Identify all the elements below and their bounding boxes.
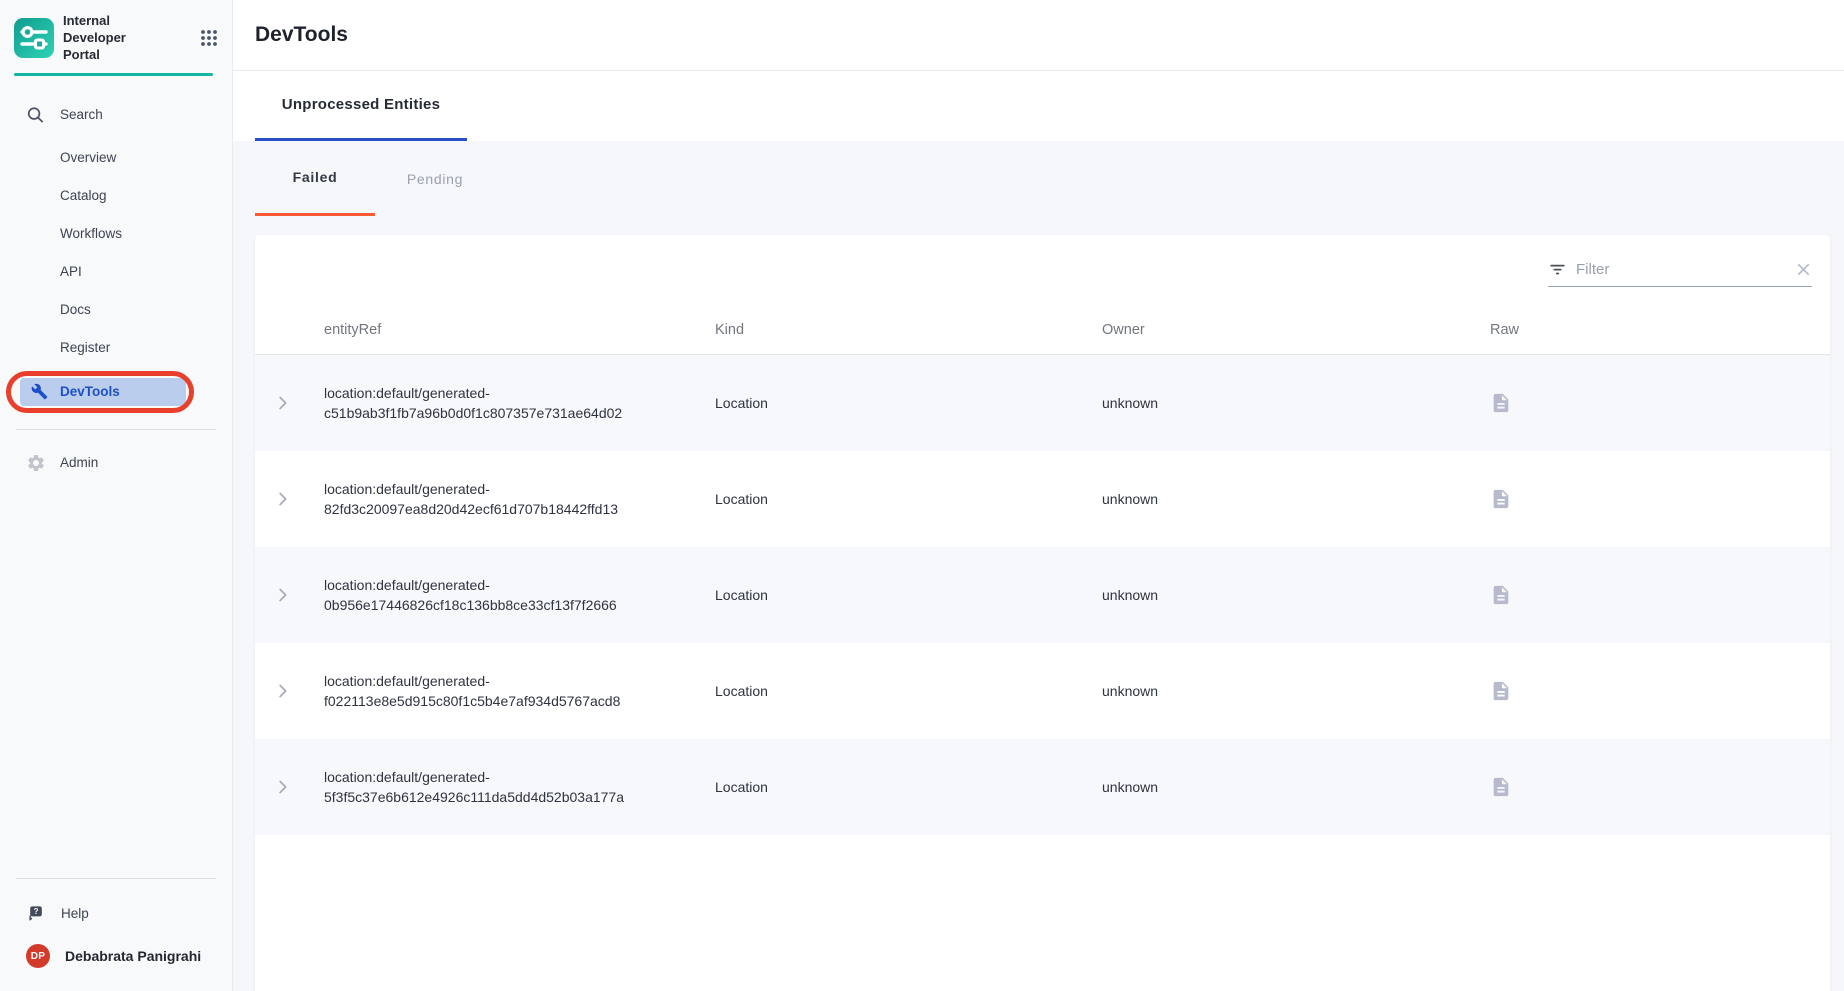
table-row: location:default/generated-5f3f5c37e6b61… [255,739,1830,835]
page-title: DevTools [255,23,348,47]
wrench-icon [31,383,48,400]
sidebar-item-label: Docs [60,302,91,317]
entityref-value: location:default/generated-5f3f5c37e6b61… [324,767,669,808]
sidebar-item-api[interactable]: API [0,253,232,291]
avatar: DP [26,944,50,968]
app-title: Internal Developer Portal [63,13,161,64]
entityref-value: location:default/generated-82fd3c20097ea… [324,479,669,520]
owner-value: unknown [1102,587,1490,603]
raw-document-icon[interactable] [1490,584,1830,606]
chevron-right-icon [271,584,293,606]
subtab-failed[interactable]: Failed [255,141,375,216]
svg-text:?: ? [34,907,39,916]
sidebar-item-docs[interactable]: Docs [0,291,232,329]
apps-grid-icon[interactable] [200,29,218,47]
sidebar-item-devtools[interactable]: DevTools [20,378,186,406]
help-icon: ? [26,903,46,923]
sidebar-item-label: API [60,264,82,279]
owner-value: unknown [1102,491,1490,507]
raw-document-icon[interactable] [1490,392,1830,414]
column-header-owner[interactable]: Owner [1102,322,1490,338]
table-header-row: entityRef Kind Owner Raw [255,305,1830,355]
user-menu[interactable]: DP Debabrata Panigrahi [0,933,232,979]
sidebar-item-label: Register [60,340,110,355]
sidebar-item-label: Search [60,107,103,122]
chevron-right-icon [271,392,293,414]
table-toolbar [255,235,1830,305]
sidebar-item-label: DevTools [60,384,120,399]
sidebar-divider [16,878,216,879]
raw-document-icon[interactable] [1490,680,1830,702]
sidebar-item-label: Workflows [60,226,122,241]
main-content: DevTools Unprocessed Entities Failed Pen… [233,0,1844,991]
raw-document-icon[interactable] [1490,488,1830,510]
sidebar: Internal Developer Portal Search Overvie… [0,0,233,991]
sidebar-divider [16,429,216,430]
sidebar-item-devtools-wrap: DevTools [0,369,232,415]
sidebar-item-search[interactable]: Search [0,96,232,134]
raw-document-icon[interactable] [1490,776,1830,798]
expand-row-button[interactable] [255,680,309,702]
subtab-bar: Failed Pending [233,141,1844,216]
brand-underline [14,73,213,76]
filter-field [1548,256,1812,287]
table-row: location:default/generated-f022113e8e5d9… [255,643,1830,739]
sidebar-item-label: Overview [60,150,116,165]
chevron-right-icon [271,488,293,510]
sidebar-item-label: Catalog [60,188,107,203]
sidebar-footer: ? Help DP Debabrata Panigrahi [0,864,232,991]
expand-row-button[interactable] [255,488,309,510]
table-row: location:default/generated-0b956e1744682… [255,547,1830,643]
expand-row-button[interactable] [255,584,309,606]
sidebar-item-register[interactable]: Register [0,329,232,367]
table-row: location:default/generated-c51b9ab3f1fb7… [255,355,1830,451]
sidebar-item-admin[interactable]: Admin [0,444,232,482]
sidebar-item-workflows[interactable]: Workflows [0,215,232,253]
entityref-value: location:default/generated-f022113e8e5d9… [324,671,669,712]
page-header: DevTools [233,0,1844,71]
kind-value: Location [715,395,1102,411]
filter-input[interactable] [1576,261,1786,278]
sidebar-header: Internal Developer Portal [0,0,232,64]
help-label: Help [61,906,89,921]
column-header-kind[interactable]: Kind [715,322,1102,338]
entityref-value: location:default/generated-c51b9ab3f1fb7… [324,383,669,424]
chevron-right-icon [271,680,293,702]
owner-value: unknown [1102,395,1490,411]
tab-unprocessed-entities[interactable]: Unprocessed Entities [255,71,467,141]
kind-value: Location [715,779,1102,795]
clear-filter-icon[interactable] [1795,261,1812,278]
sidebar-item-label: Admin [60,455,98,470]
gear-icon [26,453,46,473]
entities-table-card: entityRef Kind Owner Raw location:defaul… [255,235,1830,991]
subtab-pending[interactable]: Pending [375,141,495,216]
tab-bar: Unprocessed Entities [233,71,1844,141]
owner-value: unknown [1102,779,1490,795]
kind-value: Location [715,683,1102,699]
sidebar-item-help[interactable]: ? Help [0,893,232,933]
filter-list-icon [1548,260,1567,279]
table-row: location:default/generated-82fd3c20097ea… [255,451,1830,547]
kind-value: Location [715,491,1102,507]
column-header-entityref[interactable]: entityRef [309,322,715,338]
expand-row-button[interactable] [255,776,309,798]
sidebar-nav: Search Overview Catalog Workflows API Do… [0,96,232,482]
chevron-right-icon [271,776,293,798]
app-logo-icon [14,18,54,58]
user-name: Debabrata Panigrahi [65,948,201,964]
search-icon [26,105,45,124]
sidebar-item-catalog[interactable]: Catalog [0,177,232,215]
entityref-value: location:default/generated-0b956e1744682… [324,575,669,616]
column-header-raw[interactable]: Raw [1490,322,1830,338]
expand-row-button[interactable] [255,392,309,414]
owner-value: unknown [1102,683,1490,699]
kind-value: Location [715,587,1102,603]
table-body: location:default/generated-c51b9ab3f1fb7… [255,355,1830,835]
sidebar-item-overview[interactable]: Overview [0,139,232,177]
